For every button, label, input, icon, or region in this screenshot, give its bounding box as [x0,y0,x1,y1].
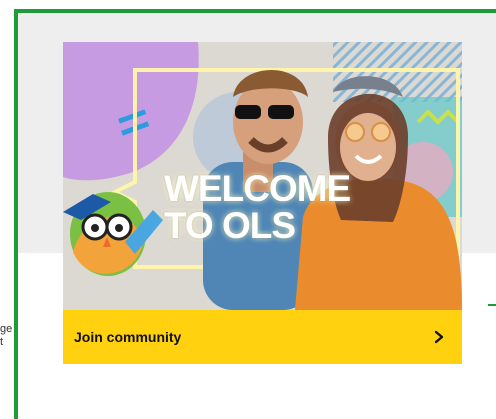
clipped-text-line: ge [0,323,13,335]
join-community-label: Join community [74,329,182,345]
community-card[interactable]: WELCOME TO OLS Join community [63,42,462,364]
headline-line-1: WELCOME [164,168,351,209]
clipped-side-text: ge t [0,323,12,349]
clipped-text-line: t [0,336,4,348]
divider-line [488,304,496,306]
headline-line-2: TO OLS [164,205,296,246]
welcome-promo-image: WELCOME TO OLS [63,42,462,310]
welcome-headline: WELCOME TO OLS [164,168,351,246]
join-community-button[interactable]: Join community [63,310,462,364]
chevron-right-icon [434,330,444,344]
